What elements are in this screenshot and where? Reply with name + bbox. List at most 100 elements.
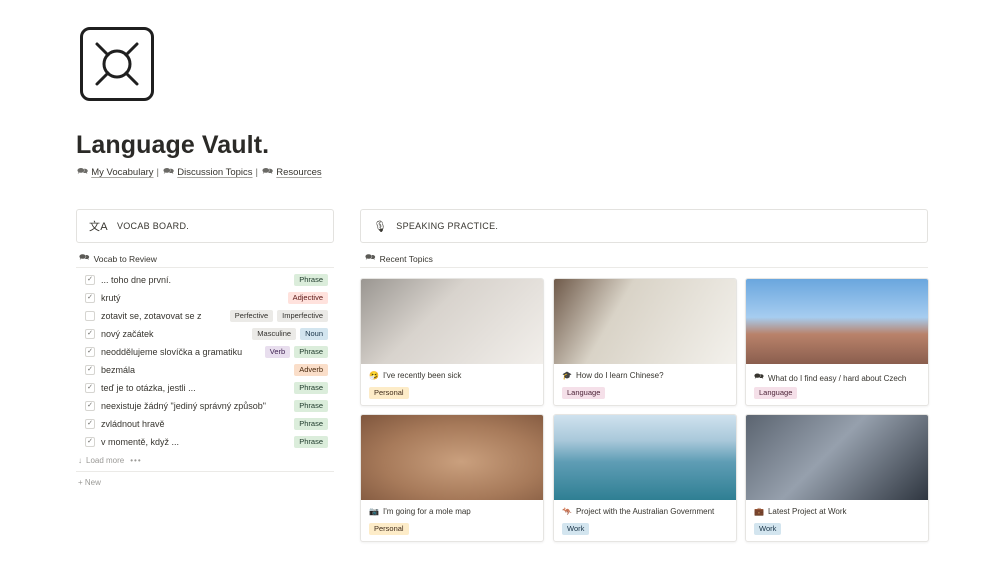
card-title-text: I'm going for a mole map	[382, 507, 471, 516]
tag-badge: Adjective	[287, 292, 328, 304]
vocab-row[interactable]: ✓ teď je to otázka, jestli ... Phrase	[76, 379, 334, 397]
vocab-tags: Masculine Noun	[252, 328, 328, 340]
checkbox[interactable]: ✓	[85, 383, 95, 393]
vocab-board-callout: 文A VOCAB BOARD.	[76, 209, 334, 243]
vocab-row[interactable]: ✓ krutý Adjective	[76, 289, 334, 307]
card-title-text: I've recently been sick	[382, 371, 462, 380]
prague-street-image	[746, 279, 928, 364]
vocab-tags: Adjective	[287, 292, 328, 304]
checkbox[interactable]: ✓	[85, 419, 95, 429]
tag-badge: Masculine	[252, 328, 297, 340]
tag-badge: Work	[754, 523, 782, 535]
topics-view-tab[interactable]: 🗪 Recent Topics	[365, 252, 433, 266]
card-title: 🤧 I've recently been sick	[369, 371, 461, 380]
man-with-tissue-image	[361, 279, 543, 364]
vocab-row[interactable]: ✓ nový začátek Masculine Noun	[76, 325, 334, 343]
laptop-meeting-image	[746, 415, 928, 500]
vocab-word: zotavit se, zotavovat se z	[101, 311, 202, 321]
link-label: My Vocabulary	[91, 166, 154, 178]
checkbox[interactable]: ✓	[85, 275, 95, 285]
topics-view-title: Recent Topics	[379, 254, 433, 264]
card-title: 🗪 What do I find easy / hard about Czech	[754, 371, 906, 385]
chat-bubbles-icon: 🗪	[262, 166, 274, 176]
topic-card[interactable]: 💼 Latest Project at Work Work	[745, 414, 929, 542]
vocab-tags: Adverb	[294, 364, 328, 376]
vocab-word: teď je to otázka, jestli ...	[101, 383, 196, 393]
topic-card[interactable]: 🤧 I've recently been sick Personal	[360, 278, 544, 406]
vocab-view-tab[interactable]: 🗪 Vocab to Review	[79, 252, 157, 266]
topic-card[interactable]: 🦘 Project with the Australian Government W…	[553, 414, 737, 542]
tag-badge: Perfective	[229, 310, 274, 322]
camera-icon: 📷	[369, 507, 379, 516]
tag-badge: Adverb	[294, 364, 328, 376]
vocab-board-label: VOCAB BOARD.	[116, 221, 190, 231]
checkbox[interactable]: ✓	[85, 293, 95, 303]
vocab-tags: Phrase	[294, 382, 328, 394]
vocab-row[interactable]: ✓ v momentě, když ... Phrase	[76, 433, 334, 451]
vocab-row[interactable]: ✓ bezmála Adverb	[76, 361, 334, 379]
graduation-cap-icon: 🎓	[562, 371, 572, 380]
topic-card[interactable]: 📷 I'm going for a mole map Personal	[360, 414, 544, 542]
checkbox[interactable]: ✓	[85, 365, 95, 375]
divider	[360, 267, 928, 268]
vocab-row[interactable]: ✓ neexistuje žádný "jediný správný způsob…	[76, 397, 334, 415]
chat-bubbles-icon: 🗪	[754, 372, 764, 381]
vocab-tags: Phrase	[294, 418, 328, 430]
card-title: 🎓 How do I learn Chinese?	[562, 371, 664, 380]
card-title: 📷 I'm going for a mole map	[369, 507, 471, 516]
vocab-view-title: Vocab to Review	[93, 254, 157, 264]
link-label: Discussion Topics	[177, 166, 253, 178]
topic-card[interactable]: 🗪 What do I find easy / hard about Czech L…	[745, 278, 929, 406]
checkbox[interactable]: ✓	[85, 401, 95, 411]
briefcase-icon: 💼	[754, 507, 764, 516]
tag-badge: Personal	[369, 523, 409, 535]
link-discussion-topics[interactable]: 🗪 Discussion Topics	[163, 164, 253, 180]
load-more-button[interactable]: ↓ Load more •••	[78, 456, 142, 465]
translate-icon: 文A	[89, 221, 108, 233]
tag-badge: Phrase	[294, 382, 328, 394]
vocab-word: krutý	[101, 293, 121, 303]
freckled-face-image	[361, 415, 543, 500]
link-my-vocabulary[interactable]: 🗪 My Vocabulary	[77, 164, 154, 180]
link-separator: |	[255, 166, 259, 178]
microphone-icon: 🎙	[373, 220, 388, 233]
vocab-row[interactable]: zotavit se, zotavovat se z Perfective Impe…	[76, 307, 334, 325]
tag-badge: Noun	[300, 328, 328, 340]
tag-badge: Verb	[264, 346, 291, 358]
checkbox[interactable]	[85, 311, 95, 321]
tag-badge: Phrase	[294, 436, 328, 448]
speaking-practice-label: SPEAKING PRACTICE.	[396, 221, 499, 231]
vocab-list: ✓ ... toho dne první. Phrase ✓ krutý Adjectiv…	[76, 271, 334, 451]
new-row-button[interactable]: + New	[78, 478, 101, 487]
checkbox[interactable]: ✓	[85, 347, 95, 357]
speaking-practice-callout: 🎙 SPEAKING PRACTICE.	[360, 209, 928, 243]
topic-card[interactable]: 🎓 How do I learn Chinese? Language	[553, 278, 737, 406]
vocab-tags: Verb Phrase	[264, 346, 328, 358]
vocab-word: ... toho dne první.	[101, 275, 172, 285]
card-title-text: How do I learn Chinese?	[575, 371, 664, 380]
divider	[76, 267, 334, 268]
vocab-tags: Perfective Imperfective	[229, 310, 328, 322]
chat-bubbles-icon: 🗪	[77, 166, 89, 176]
kangaroo-icon: 🦘	[562, 507, 572, 516]
link-resources[interactable]: 🗪 Resources	[262, 164, 322, 180]
card-title-text: Project with the Australian Government	[575, 507, 715, 516]
link-label: Resources	[276, 166, 322, 178]
vocab-row[interactable]: ✓ zvládnout hravě Phrase	[76, 415, 334, 433]
page-logo-icon	[80, 27, 154, 101]
card-title: 💼 Latest Project at Work	[754, 507, 847, 516]
tag-badge: Work	[562, 523, 590, 535]
tag-badge: Language	[562, 387, 606, 399]
vocab-row[interactable]: ✓ ... toho dne první. Phrase	[76, 271, 334, 289]
divider	[76, 471, 334, 472]
checkbox[interactable]: ✓	[85, 437, 95, 447]
checkbox[interactable]: ✓	[85, 329, 95, 339]
chinese-calligraphy-image	[554, 279, 736, 364]
vocab-row[interactable]: ✓ neoddělujeme slovíčka a gramatiku Verb Ph…	[76, 343, 334, 361]
tag-badge: Imperfective	[277, 310, 328, 322]
more-options-icon[interactable]: •••	[130, 456, 141, 465]
chat-bubbles-icon: 🗪	[79, 252, 90, 262]
card-title-text: Latest Project at Work	[767, 507, 847, 516]
vocab-word: bezmála	[101, 365, 136, 375]
chat-bubbles-icon: 🗪	[163, 166, 175, 176]
